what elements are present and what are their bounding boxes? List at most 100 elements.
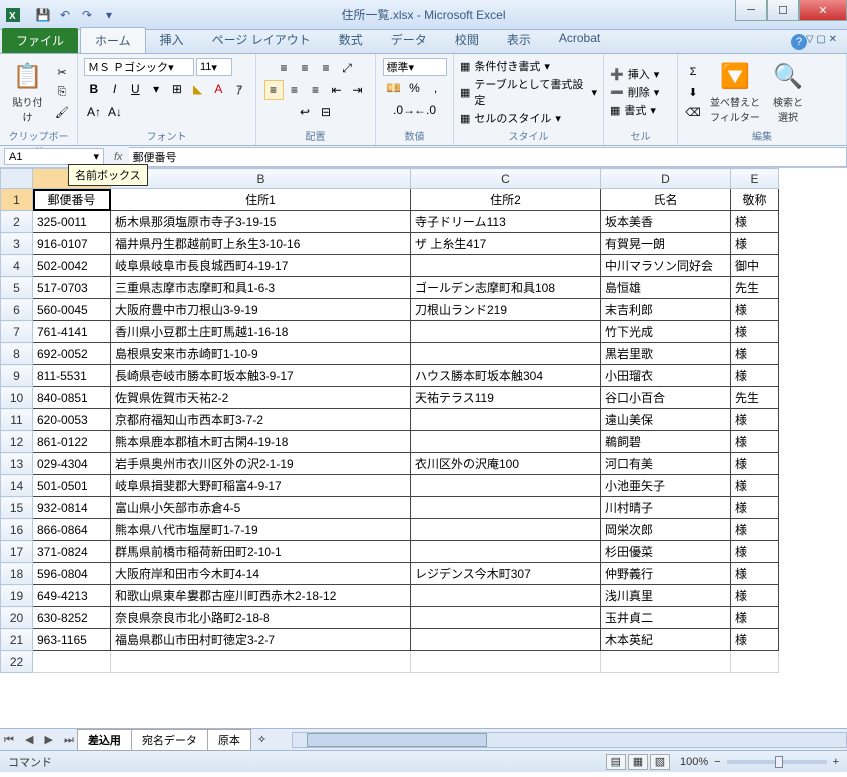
cell[interactable]: 様: [731, 563, 779, 585]
cell[interactable]: 029-4304: [33, 453, 111, 475]
cell[interactable]: 坂本美香: [601, 211, 731, 233]
decrease-font-icon[interactable]: A↓: [105, 102, 125, 122]
cell[interactable]: 様: [731, 299, 779, 321]
row-header-4[interactable]: 4: [1, 255, 33, 277]
cell[interactable]: 岡栄次郎: [601, 519, 731, 541]
cell[interactable]: 香川県小豆郡土庄町馬越1-16-18: [111, 321, 411, 343]
cell[interactable]: 様: [731, 233, 779, 255]
italic-button[interactable]: I: [105, 79, 125, 99]
cell[interactable]: 熊本県八代市塩屋町1-7-19: [111, 519, 411, 541]
cell[interactable]: 京都府福知山市西本町3-7-2: [111, 409, 411, 431]
bold-button[interactable]: B: [84, 79, 104, 99]
row-header-11[interactable]: 11: [1, 409, 33, 431]
worksheet-grid[interactable]: ABCDE1郵便番号住所1住所2氏名敬称2325-0011栃木県那須塩原市寺子3…: [0, 168, 847, 728]
cell[interactable]: 963-1165: [33, 629, 111, 651]
chevron-down-icon[interactable]: ▾: [93, 150, 99, 163]
percent-icon[interactable]: %: [405, 78, 425, 98]
cell[interactable]: 岐阜県岐阜市長良城西町4-19-17: [111, 255, 411, 277]
tab-nav-next-icon[interactable]: ▶: [41, 734, 57, 746]
cell[interactable]: 佐賀県佐賀市天祐2-2: [111, 387, 411, 409]
cell[interactable]: 小田瑠衣: [601, 365, 731, 387]
cell[interactable]: [411, 585, 601, 607]
row-header-8[interactable]: 8: [1, 343, 33, 365]
cell[interactable]: 様: [731, 343, 779, 365]
select-all-corner[interactable]: [1, 169, 33, 189]
redo-icon[interactable]: ↷: [78, 6, 96, 24]
ribbon-tab-1[interactable]: 挿入: [146, 27, 198, 53]
cell[interactable]: [411, 255, 601, 277]
cell[interactable]: 様: [731, 431, 779, 453]
cell[interactable]: [411, 321, 601, 343]
fill-icon[interactable]: ⬇: [684, 83, 702, 101]
cell[interactable]: 有賀晃一朗: [601, 233, 731, 255]
cell[interactable]: 郵便番号: [33, 189, 111, 211]
cell[interactable]: 杉田優菜: [601, 541, 731, 563]
tab-nav-prev-icon[interactable]: ◀: [21, 734, 37, 746]
inc-decimal-icon[interactable]: .0→: [394, 100, 414, 120]
sheet-tab-1[interactable]: 宛名データ: [131, 729, 208, 751]
cell[interactable]: 371-0824: [33, 541, 111, 563]
ribbon-tab-0[interactable]: ホーム: [80, 27, 146, 53]
ribbon-tab-2[interactable]: ページ レイアウト: [198, 27, 325, 53]
align-middle-icon[interactable]: ≡: [295, 58, 315, 78]
column-header-B[interactable]: B: [111, 169, 411, 189]
close-button[interactable]: ✕: [799, 0, 847, 21]
align-left-icon[interactable]: ≡: [264, 80, 284, 100]
cell[interactable]: 先生: [731, 387, 779, 409]
row-header-10[interactable]: 10: [1, 387, 33, 409]
cell[interactable]: [411, 343, 601, 365]
cell[interactable]: 衣川区外の沢庵100: [411, 453, 601, 475]
cell[interactable]: 刀根山ランド219: [411, 299, 601, 321]
tab-nav-first-icon[interactable]: ⏮: [0, 734, 18, 746]
merge-cells-icon[interactable]: ⊟: [316, 102, 336, 122]
cell[interactable]: 501-0501: [33, 475, 111, 497]
normal-view-icon[interactable]: ▤: [606, 754, 626, 770]
cell[interactable]: [411, 629, 601, 651]
undo-icon[interactable]: ↶: [56, 6, 74, 24]
cell[interactable]: 840-0851: [33, 387, 111, 409]
zoom-out-icon[interactable]: −: [714, 756, 720, 768]
cell[interactable]: 様: [731, 541, 779, 563]
cell[interactable]: 様: [731, 497, 779, 519]
fx-icon[interactable]: fx: [108, 151, 129, 163]
insert-cells-button[interactable]: ➕挿入 ▾: [610, 66, 659, 82]
sheet-tab-2[interactable]: 原本: [207, 729, 251, 751]
orientation-icon[interactable]: ⤢: [337, 58, 357, 78]
cell[interactable]: 様: [731, 519, 779, 541]
font-color-button[interactable]: A: [209, 79, 229, 99]
cell[interactable]: [411, 431, 601, 453]
cell[interactable]: 住所2: [411, 189, 601, 211]
ribbon-tab-5[interactable]: 校閲: [441, 27, 493, 53]
cell[interactable]: 517-0703: [33, 277, 111, 299]
page-layout-view-icon[interactable]: ▦: [628, 754, 648, 770]
maximize-button[interactable]: ☐: [767, 0, 799, 21]
cell[interactable]: 住所1: [111, 189, 411, 211]
find-select-button[interactable]: 🔍 検索と 選択: [768, 58, 808, 126]
cell[interactable]: 先生: [731, 277, 779, 299]
cell[interactable]: 黒岩里歌: [601, 343, 731, 365]
dec-decimal-icon[interactable]: ←.0: [415, 100, 435, 120]
cell[interactable]: [411, 409, 601, 431]
column-header-E[interactable]: E: [731, 169, 779, 189]
cell[interactable]: 岩手県奥州市衣川区外の沢2-1-19: [111, 453, 411, 475]
delete-cells-button[interactable]: ➖削除 ▾: [610, 84, 659, 100]
cell[interactable]: ハウス勝本町坂本触304: [411, 365, 601, 387]
row-header-5[interactable]: 5: [1, 277, 33, 299]
format-painter-icon[interactable]: 🖌: [53, 103, 71, 121]
cell[interactable]: 栃木県那須塩原市寺子3-19-15: [111, 211, 411, 233]
cell[interactable]: 大阪府岸和田市今木町4-14: [111, 563, 411, 585]
cell[interactable]: 小池亜矢子: [601, 475, 731, 497]
ribbon-tab-4[interactable]: データ: [377, 27, 441, 53]
cell[interactable]: 寺子ドリーム113: [411, 211, 601, 233]
cell[interactable]: 奈良県奈良市北小路町2-18-8: [111, 607, 411, 629]
cell[interactable]: [411, 541, 601, 563]
cell[interactable]: 谷口小百合: [601, 387, 731, 409]
cell[interactable]: 玉井貞二: [601, 607, 731, 629]
cell[interactable]: 様: [731, 365, 779, 387]
align-top-icon[interactable]: ≡: [274, 58, 294, 78]
cell[interactable]: ゴールデン志摩町和具108: [411, 277, 601, 299]
row-header-7[interactable]: 7: [1, 321, 33, 343]
zoom-in-icon[interactable]: +: [833, 756, 839, 768]
cell[interactable]: 様: [731, 409, 779, 431]
row-header-17[interactable]: 17: [1, 541, 33, 563]
